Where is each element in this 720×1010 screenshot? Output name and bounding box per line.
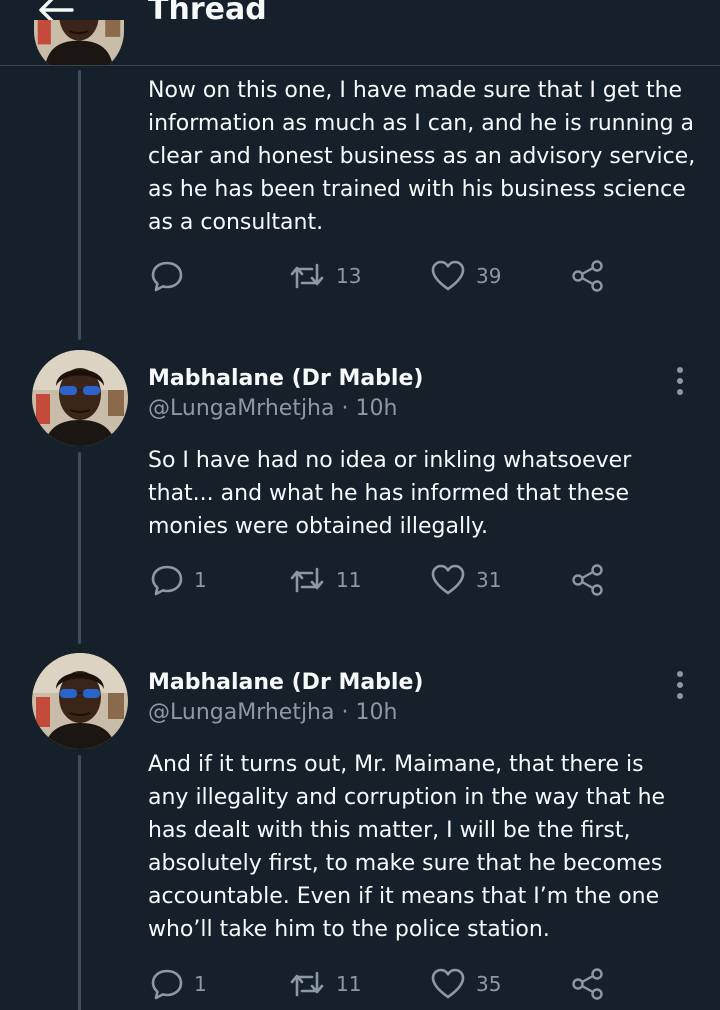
retweet-button[interactable]: 11	[288, 966, 361, 1002]
retweet-icon	[288, 967, 326, 1001]
separator-dot: ·	[341, 700, 349, 725]
timestamp[interactable]: 10h	[355, 396, 397, 421]
retweet-icon	[288, 563, 326, 597]
like-button[interactable]: 35	[430, 966, 501, 1002]
like-button[interactable]: 31	[430, 562, 501, 598]
timestamp[interactable]: 10h	[355, 700, 397, 725]
thread-page: Thread Now on this one, I have made sure…	[0, 0, 720, 1010]
reply-button[interactable]: 1	[150, 966, 207, 1002]
share-icon	[570, 562, 606, 598]
thread-connector	[78, 452, 81, 644]
tweet-text: Now on this one, I have made sure that I…	[148, 78, 696, 235]
like-button[interactable]: 39	[430, 258, 501, 294]
share-icon	[570, 966, 606, 1002]
thread-connector	[78, 70, 81, 340]
author-handle[interactable]: @LungaMrhetjha	[148, 700, 334, 725]
reply-icon	[150, 259, 184, 293]
tweet-text: So I have had no idea or inkling whatsoe…	[148, 448, 632, 539]
reply-count: 1	[194, 972, 207, 996]
author-handle-line: @LungaMrhetjha · 10h	[148, 700, 397, 725]
share-icon	[570, 258, 606, 294]
share-button[interactable]	[570, 258, 606, 294]
reply-icon	[150, 563, 184, 597]
like-count: 35	[476, 972, 502, 996]
retweet-icon	[288, 259, 326, 293]
reply-button[interactable]: 1	[150, 562, 207, 598]
more-options-button[interactable]	[668, 669, 692, 701]
avatar[interactable]	[32, 350, 128, 446]
reply-count: 1	[194, 568, 207, 592]
heart-icon	[430, 259, 466, 293]
share-button[interactable]	[570, 562, 606, 598]
share-button[interactable]	[570, 966, 606, 1002]
retweet-button[interactable]: 11	[288, 562, 361, 598]
retweet-button[interactable]: 13	[288, 258, 361, 294]
author-handle[interactable]: @LungaMrhetjha	[148, 396, 334, 421]
author-name[interactable]: Mabhalane (Dr Mable)	[148, 366, 423, 391]
retweet-count: 13	[336, 264, 362, 288]
thread-connector	[78, 755, 81, 1010]
like-count: 31	[476, 568, 502, 592]
page-title: Thread	[148, 0, 267, 27]
tweet-text: And if it turns out, Mr. Maimane, that t…	[148, 752, 666, 942]
author-handle-line: @LungaMrhetjha · 10h	[148, 396, 397, 421]
separator-dot: ·	[341, 396, 349, 421]
heart-icon	[430, 967, 466, 1001]
more-vertical-icon	[668, 365, 692, 397]
retweet-count: 11	[336, 568, 362, 592]
like-count: 39	[476, 264, 502, 288]
heart-icon	[430, 563, 466, 597]
avatar-previous[interactable]	[34, 20, 124, 76]
author-name[interactable]: Mabhalane (Dr Mable)	[148, 670, 423, 695]
reply-button[interactable]	[150, 258, 194, 294]
avatar[interactable]	[32, 653, 128, 749]
more-options-button[interactable]	[668, 365, 692, 397]
retweet-count: 11	[336, 972, 362, 996]
reply-icon	[150, 967, 184, 1001]
more-vertical-icon	[668, 669, 692, 701]
